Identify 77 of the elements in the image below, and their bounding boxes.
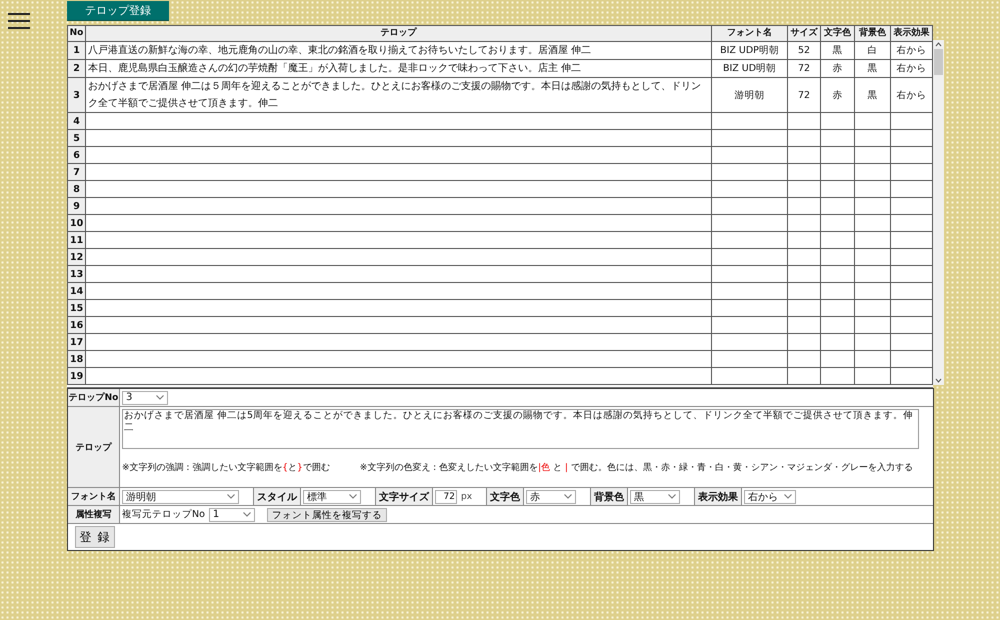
field-label: 文字色: [486, 488, 524, 505]
row-number: 17: [68, 334, 86, 350]
row-number: 1: [68, 42, 86, 60]
page-title: テロップ登録: [67, 1, 169, 21]
row-number: 8: [68, 180, 86, 198]
table-cell: 黒: [820, 42, 854, 60]
dropdown[interactable]: 赤: [526, 490, 576, 504]
field-label: フォント名: [68, 488, 120, 505]
number-field[interactable]: 72: [435, 490, 457, 504]
column-header[interactable]: フォント名: [712, 26, 788, 42]
field-label: 文字サイズ: [375, 488, 433, 505]
copy-button[interactable]: フォント属性を複写する: [266, 508, 387, 522]
table-cell: BIZ UD明朝: [712, 60, 788, 78]
table-cell: 72: [788, 78, 820, 112]
caret-icon: [564, 494, 572, 499]
row-number: 14: [68, 282, 86, 300]
scroll-down-icon[interactable]: [933, 376, 944, 385]
hint-text: ※文字列の色変え : 色変えしたい文字範囲を|色 と | で囲む。色には、黒・赤・緑・青・白・黄・シアン・マジェンダ・グレーを入力する: [360, 462, 913, 474]
field-label: テロップNo: [68, 389, 120, 406]
column-header[interactable]: No: [68, 26, 86, 42]
dropdown[interactable]: 標準: [303, 490, 361, 504]
scroll-thumb[interactable]: [934, 49, 943, 75]
caret-icon: [668, 494, 676, 499]
caret-icon: [784, 494, 792, 499]
row-number: 12: [68, 248, 86, 266]
row-number: 19: [68, 368, 86, 384]
field-label: 背景色: [590, 488, 628, 505]
menu-icon[interactable]: [8, 13, 30, 29]
table-cell: BIZ UDP明朝: [712, 42, 788, 60]
field-label: テロップ: [68, 407, 120, 487]
column-header[interactable]: 表示効果: [890, 26, 932, 42]
field-label: スタイル: [253, 488, 301, 505]
field-label: 複写元テロップNo: [122, 508, 205, 521]
table-cell: おかげさまで居酒屋 伸二は５周年を迎えることができました。ひとえにお客様のご支援の賜物です。本日は感謝の気持もとして、ドリンク全て半額でご提供させて頂きます。伸二: [86, 78, 712, 112]
table-cell: 八戸港直送の新鮮な海の幸、地元鹿角の山の幸、東北の銘酒を取り揃えてお待ちいたしております。居酒屋 伸二: [86, 42, 712, 60]
column-header[interactable]: 文字色: [820, 26, 854, 42]
row-number: 5: [68, 130, 86, 146]
field-label: 表示効果: [694, 488, 742, 505]
register-button[interactable]: 登 録: [75, 526, 115, 548]
row-number: 7: [68, 164, 86, 180]
row-number: 16: [68, 316, 86, 334]
table-cell: 赤: [820, 78, 854, 112]
row-number: 2: [68, 60, 86, 78]
table-cell: 游明朝: [712, 78, 788, 112]
table-cell: 赤: [820, 60, 854, 78]
table-cell: 52: [788, 42, 820, 60]
caret-icon: [156, 395, 164, 400]
table-cell: 白: [854, 42, 890, 60]
row-number: 6: [68, 146, 86, 164]
column-header[interactable]: サイズ: [788, 26, 820, 42]
row-number: 4: [68, 112, 86, 130]
dropdown[interactable]: 右から: [744, 490, 796, 504]
caret-icon: [227, 494, 235, 499]
caret-icon: [242, 512, 251, 517]
row-number: 3: [68, 78, 86, 112]
dropdown[interactable]: 游明朝: [122, 490, 239, 504]
table-cell: 黒: [854, 78, 890, 112]
row-number: 15: [68, 300, 86, 316]
text-area[interactable]: おかげさまで居酒屋 伸二は5周年を迎えることができました。ひとえにお客様のご支援の賜物です。本日は感謝の気持ちとして、ドリンク全て半額でご提供させて頂きます。伸二: [122, 409, 919, 449]
table-cell: 72: [788, 60, 820, 78]
table-cell: 本日、鹿児島県白玉醸造さんの幻の芋焼酎「魔王」が入荷しました。是非ロックで味わって下さい。店主 伸二: [86, 60, 712, 78]
row-number: 11: [68, 232, 86, 248]
column-header[interactable]: 背景色: [854, 26, 890, 42]
column-header[interactable]: テロップ: [86, 26, 712, 42]
dropdown[interactable]: 黒: [630, 490, 680, 504]
dropdown[interactable]: 3: [122, 390, 168, 404]
row-number: 13: [68, 266, 86, 282]
unit-label: px: [461, 492, 472, 502]
row-number: 10: [68, 214, 86, 232]
dropdown[interactable]: 1: [208, 508, 255, 522]
table-cell: 黒: [854, 60, 890, 78]
scroll-up-icon[interactable]: [933, 40, 944, 49]
row-number: 9: [68, 198, 86, 214]
caret-icon: [349, 494, 357, 499]
row-number: 18: [68, 350, 86, 368]
hint-text: ※文字列の強調 : 強調したい文字範囲を{と}で囲む: [122, 462, 330, 474]
field-label: 属性複写: [68, 506, 120, 523]
